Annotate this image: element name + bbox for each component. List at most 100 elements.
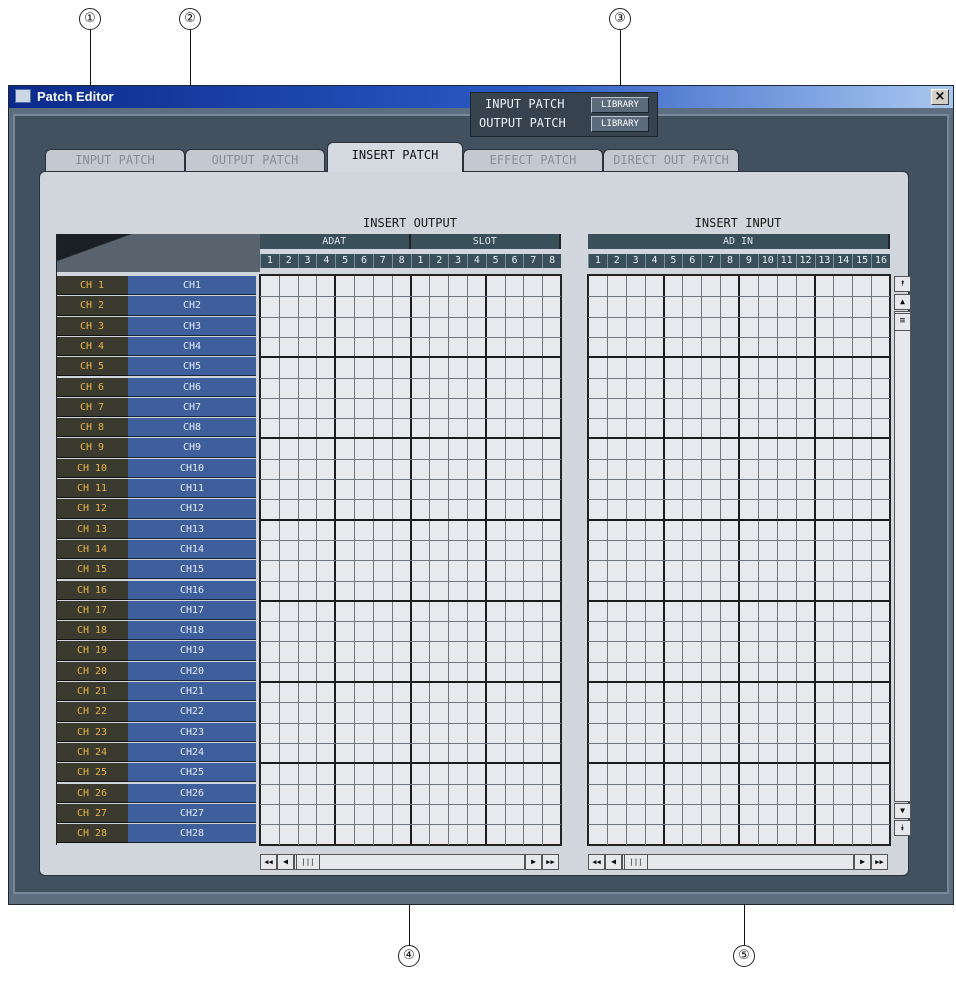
channel-column-border (56, 234, 57, 846)
insert-output-scroll-last-button[interactable]: ▶▶ (542, 854, 559, 871)
channel-number: CH 5 (56, 357, 128, 377)
channel-name: CH12 (128, 499, 256, 519)
output-patch-library-button[interactable]: LIBRARY (591, 116, 649, 132)
channel-number: CH 16 (56, 580, 128, 600)
insert-input-column-number: 1 (588, 254, 607, 268)
scroll-down-button[interactable]: ▼ (894, 803, 911, 819)
channel-name: CH18 (128, 621, 256, 641)
insert-input-column-number: 9 (739, 254, 758, 268)
insert-input-grid-row-line (588, 458, 890, 460)
tab-output-patch[interactable]: OUTPUT PATCH (185, 149, 325, 171)
insert-output-scroll-left-button[interactable]: ◀ (277, 854, 294, 871)
insert-output-grid-row-line (260, 803, 561, 805)
channel-number: CH 6 (56, 377, 128, 397)
insert-output-grid-row-line (260, 397, 561, 399)
insert-input-scroll-left-button[interactable]: ◀ (605, 854, 622, 871)
insert-input-column-number: 7 (701, 254, 721, 268)
callout-1: ① (79, 8, 101, 30)
insert-input-scroll-thumb[interactable]: ||| (624, 854, 648, 871)
channel-name: CH22 (128, 702, 256, 722)
channel-name: CH1 (128, 276, 256, 296)
tab-insert-patch[interactable]: INSERT PATCH (327, 142, 463, 172)
channel-number: CH 3 (56, 316, 128, 336)
tab-direct-out-patch[interactable]: DIRECT OUT PATCH (603, 149, 739, 171)
insert-input-scroll-right-button[interactable]: ▶ (854, 854, 871, 871)
channel-number: CH 9 (56, 438, 128, 458)
insert-output-grid-row-line (260, 661, 561, 663)
channel-number: CH 22 (56, 702, 128, 722)
insert-output-column-number: 7 (372, 254, 392, 268)
insert-input-column-number: 5 (663, 254, 683, 268)
channel-name: CH25 (128, 763, 256, 783)
insert-input-grid-row-line (588, 296, 890, 298)
insert-output-grid-row-line (260, 296, 561, 298)
channel-name: CH11 (128, 479, 256, 499)
channel-name: CH4 (128, 336, 256, 357)
insert-output-scroll-first-button[interactable]: ◀◀ (260, 854, 277, 871)
insert-output-scroll-right-button[interactable]: ▶ (525, 854, 542, 871)
channel-number: CH 11 (56, 479, 128, 499)
scroll-top-button[interactable]: ⯭ (894, 276, 911, 292)
insert-input-column-number: 2 (606, 254, 626, 268)
insert-output-grid-row-line (260, 580, 561, 582)
insert-output-grid-row-line (260, 418, 561, 420)
insert-output-grid-row-line (260, 824, 561, 826)
insert-output-column-number: 4 (466, 254, 486, 268)
insert-output-grid-row-line (260, 479, 561, 480)
insert-output-column-number: 1 (260, 254, 279, 268)
tab-effect-patch[interactable]: EFFECT PATCH (463, 149, 603, 171)
insert-input-column-number: 12 (795, 254, 815, 268)
insert-input-grid-row-line (588, 580, 890, 582)
insert-output-grid-row-line (260, 458, 561, 460)
channel-number: CH 12 (56, 499, 128, 519)
insert-output-grid-row-line (260, 742, 561, 744)
insert-input-column-number: 3 (625, 254, 645, 268)
insert-input-scroll-track[interactable] (622, 854, 854, 871)
channel-name: CH6 (128, 377, 256, 397)
callout-2: ② (179, 8, 201, 30)
channel-number: CH 23 (56, 722, 128, 742)
insert-output-grid-row-line (260, 641, 561, 643)
channel-name: CH20 (128, 661, 256, 681)
channel-number: CH 21 (56, 682, 128, 702)
insert-input-scroll-last-button[interactable]: ▶▶ (871, 854, 888, 871)
output-patch-label: OUTPUT PATCH (479, 116, 566, 130)
insert-input-grid-row-line (588, 702, 890, 704)
insert-input-grid-row-line (588, 803, 890, 805)
insert-input-grid-row-line (588, 641, 890, 643)
vertical-scroll-thumb[interactable]: ≡ (894, 313, 911, 331)
channel-name: CH27 (128, 803, 256, 824)
insert-output-grid-row-line (260, 599, 561, 602)
insert-output-column-number: 5 (485, 254, 505, 268)
insert-input-grid-row-line (588, 397, 890, 399)
scroll-up-button[interactable]: ▲ (894, 294, 911, 310)
channel-number: CH 15 (56, 560, 128, 580)
insert-output-scroll-thumb[interactable]: ||| (296, 854, 320, 871)
insert-output-scroll-track[interactable] (294, 854, 525, 871)
insert-input-grid-row-line (588, 316, 890, 318)
channel-name: CH3 (128, 316, 256, 336)
insert-input-grid-row-line (588, 783, 890, 785)
insert-input-column-number: 6 (682, 254, 702, 268)
scroll-bottom-button[interactable]: ⯯ (894, 820, 911, 836)
insert-output-group-header: SLOT (410, 234, 561, 249)
channel-number: CH 1 (56, 276, 128, 296)
insert-input-grid-row-line (588, 621, 890, 623)
insert-output-column-number: 7 (523, 254, 543, 268)
tab-input-patch[interactable]: INPUT PATCH (45, 149, 185, 171)
channel-name: CH28 (128, 824, 256, 844)
channel-name: CH16 (128, 580, 256, 600)
insert-input-grid-row-line (588, 560, 890, 562)
vertical-scroll-track[interactable] (894, 311, 911, 802)
close-button[interactable]: × (931, 89, 949, 105)
insert-input-scroll-first-button[interactable]: ◀◀ (588, 854, 605, 871)
channel-name: CH23 (128, 722, 256, 742)
library-box: INPUT PATCH LIBRARY OUTPUT PATCH LIBRARY (470, 92, 658, 137)
insert-input-grid-row-line (588, 377, 890, 379)
channel-number: CH 4 (56, 336, 128, 357)
channel-number: CH 2 (56, 296, 128, 316)
insert-input-column-number: 8 (720, 254, 739, 268)
channel-name: CH26 (128, 783, 256, 803)
input-patch-library-button[interactable]: LIBRARY (591, 97, 649, 113)
insert-output-grid-row-line (260, 336, 561, 338)
